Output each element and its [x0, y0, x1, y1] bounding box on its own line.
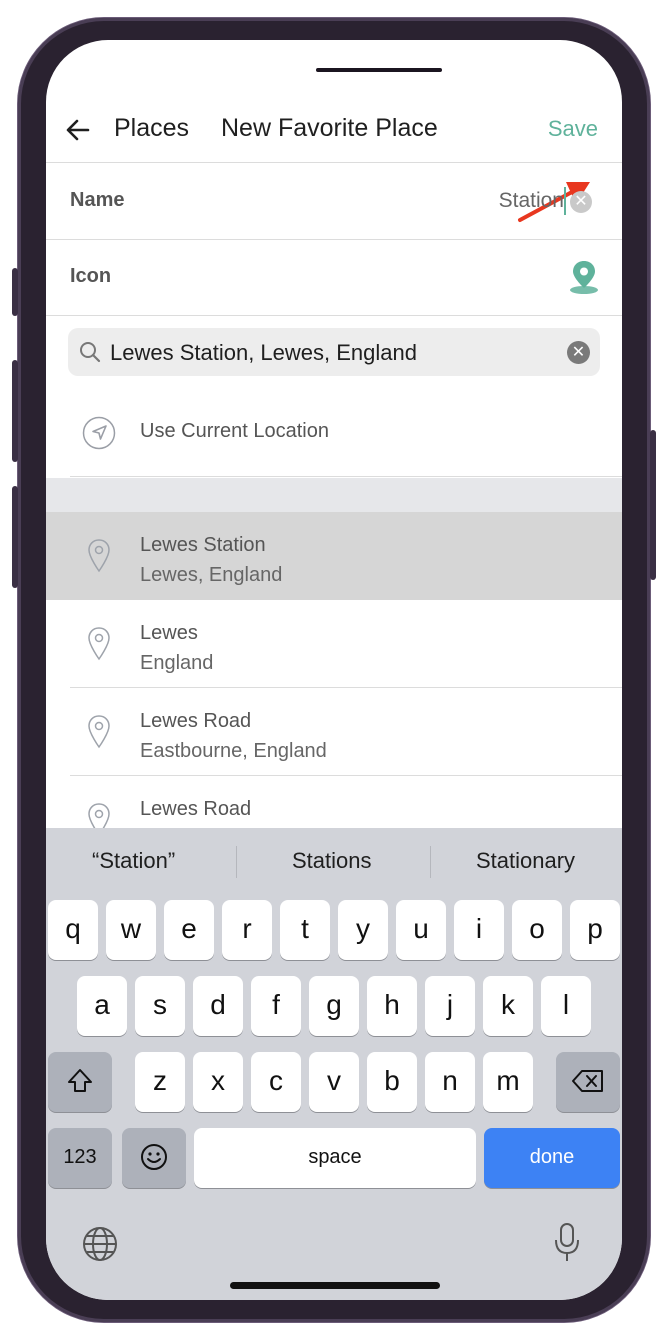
screen: Places New Favorite Place Save Name Stat…: [46, 40, 622, 1300]
delete-key[interactable]: [556, 1052, 620, 1112]
save-button[interactable]: Save: [548, 116, 598, 142]
key-f[interactable]: f: [251, 976, 301, 1036]
name-label: Name: [70, 189, 125, 211]
icon-label: Icon: [70, 265, 112, 287]
volume-down-button: [12, 486, 18, 588]
search-field[interactable]: Lewes Station, Lewes, England ✕: [68, 328, 600, 376]
volume-up-button: [12, 360, 18, 462]
result-subtitle: Eastbourne, England: [140, 740, 327, 762]
page-title: New Favorite Place: [221, 114, 438, 142]
place-pin-icon: [88, 627, 110, 661]
divider: [236, 846, 237, 878]
result-title: Lewes Station: [140, 534, 266, 556]
icon-row[interactable]: Icon: [46, 239, 622, 316]
emoji-key[interactable]: [122, 1128, 186, 1188]
home-indicator: [230, 1282, 440, 1289]
key-k[interactable]: k: [483, 976, 533, 1036]
search-icon: [80, 342, 101, 363]
result-subtitle: England: [140, 652, 214, 674]
navigation-bar: Places New Favorite Place Save: [46, 100, 622, 163]
clear-search-icon[interactable]: ✕: [567, 341, 590, 364]
result-title: Lewes: [140, 622, 198, 644]
key-d[interactable]: d: [193, 976, 243, 1036]
key-q[interactable]: q: [48, 900, 98, 960]
section-gap: [46, 478, 622, 512]
shift-icon: [68, 1069, 92, 1092]
key-u[interactable]: u: [396, 900, 446, 960]
key-z[interactable]: z: [135, 1052, 185, 1112]
result-title: Lewes Road: [140, 798, 252, 820]
place-pin-icon: [88, 539, 110, 573]
key-j[interactable]: j: [425, 976, 475, 1036]
keyboard: “Station” Stations Stationary q w e r t …: [46, 828, 622, 1300]
key-x[interactable]: x: [193, 1052, 243, 1112]
back-label[interactable]: Places: [114, 114, 189, 143]
name-row: Name Station ✕: [46, 163, 622, 240]
globe-icon[interactable]: [80, 1224, 120, 1264]
use-current-location-label: Use Current Location: [140, 420, 329, 442]
key-e[interactable]: e: [164, 900, 214, 960]
done-key[interactable]: done: [484, 1128, 620, 1188]
key-i[interactable]: i: [454, 900, 504, 960]
speaker-grille: [316, 68, 442, 72]
result-title: Lewes Road: [140, 710, 252, 732]
search-input[interactable]: Lewes Station, Lewes, England: [110, 340, 417, 366]
text-cursor: [564, 187, 566, 215]
key-s[interactable]: s: [135, 976, 185, 1036]
key-p[interactable]: p: [570, 900, 620, 960]
key-g[interactable]: g: [309, 976, 359, 1036]
space-key[interactable]: space: [194, 1128, 476, 1188]
key-v[interactable]: v: [309, 1052, 359, 1112]
location-arrow-icon: [82, 416, 116, 450]
use-current-location-button[interactable]: Use Current Location: [70, 390, 622, 477]
key-l[interactable]: l: [541, 976, 591, 1036]
suggestion-3[interactable]: Stationary: [476, 848, 575, 874]
microphone-icon[interactable]: [552, 1222, 582, 1264]
key-m[interactable]: m: [483, 1052, 533, 1112]
mute-switch: [12, 268, 18, 316]
key-w[interactable]: w: [106, 900, 156, 960]
power-button: [650, 430, 656, 580]
emoji-icon: [141, 1144, 167, 1170]
suggestion-1[interactable]: “Station”: [92, 848, 175, 874]
suggestion-2[interactable]: Stations: [292, 848, 372, 874]
backspace-icon: [572, 1070, 603, 1092]
key-c[interactable]: c: [251, 1052, 301, 1112]
list-item[interactable]: Lewes Station Lewes, England: [46, 512, 622, 600]
shift-key[interactable]: [48, 1052, 112, 1112]
key-n[interactable]: n: [425, 1052, 475, 1112]
list-item[interactable]: Lewes England: [46, 600, 622, 688]
result-subtitle: Lewes, England: [140, 564, 283, 586]
key-t[interactable]: t: [280, 900, 330, 960]
back-arrow-icon[interactable]: [64, 116, 92, 144]
name-input[interactable]: Station: [499, 189, 564, 213]
key-y[interactable]: y: [338, 900, 388, 960]
key-a[interactable]: a: [77, 976, 127, 1036]
key-h[interactable]: h: [367, 976, 417, 1036]
key-o[interactable]: o: [512, 900, 562, 960]
place-pin-icon: [88, 715, 110, 749]
key-b[interactable]: b: [367, 1052, 417, 1112]
list-item[interactable]: Lewes Road Eastbourne, England: [46, 688, 622, 776]
key-r[interactable]: r: [222, 900, 272, 960]
clear-name-icon[interactable]: ✕: [570, 191, 592, 213]
numbers-key[interactable]: 123: [48, 1128, 112, 1188]
location-pin-icon[interactable]: [568, 259, 600, 295]
divider: [430, 846, 431, 878]
